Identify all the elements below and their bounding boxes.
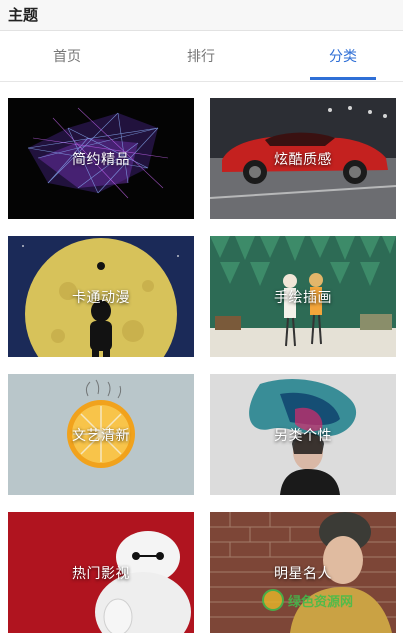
category-label: 简约精品 — [72, 151, 130, 168]
category-label: 热门影视 — [72, 565, 130, 582]
category-tile-cartoon[interactable]: 卡通动漫 — [8, 236, 194, 357]
active-tab-indicator — [310, 77, 376, 80]
page-title: 主题 — [8, 6, 39, 24]
category-tile-alternative[interactable]: 另类个性 — [210, 374, 396, 495]
category-label: 炫酷质感 — [274, 151, 332, 168]
category-tile-illustration[interactable]: 手绘插画 — [210, 236, 396, 357]
category-tile-movies[interactable]: 热门影视 — [8, 512, 194, 633]
tab-category[interactable]: 分类 — [276, 31, 403, 81]
category-label: 文艺清新 — [72, 427, 130, 444]
category-tile-cool[interactable]: 炫酷质感 — [210, 98, 396, 219]
watermark-logo-icon — [262, 589, 284, 611]
category-label: 明星名人 — [274, 565, 332, 582]
category-tile-artsy[interactable]: 文艺清新 — [8, 374, 194, 495]
watermark: 绿色资源网 — [262, 585, 384, 615]
category-label: 另类个性 — [274, 427, 332, 444]
category-label: 手绘插画 — [274, 289, 332, 306]
header-bar: 主题 — [0, 0, 403, 31]
tab-ranking[interactable]: 排行 — [134, 31, 268, 81]
tab-home[interactable]: 首页 — [0, 31, 134, 81]
category-grid: 简约精品 炫酷质感 卡通动漫 手绘插画 文艺清新 另类个性 热门影视 明星名人 — [0, 82, 403, 635]
category-tile-minimal[interactable]: 简约精品 — [8, 98, 194, 219]
watermark-text: 绿色资源网 — [288, 594, 354, 610]
category-label: 卡通动漫 — [72, 289, 130, 306]
tab-bar: 首页 排行 分类 — [0, 31, 403, 82]
